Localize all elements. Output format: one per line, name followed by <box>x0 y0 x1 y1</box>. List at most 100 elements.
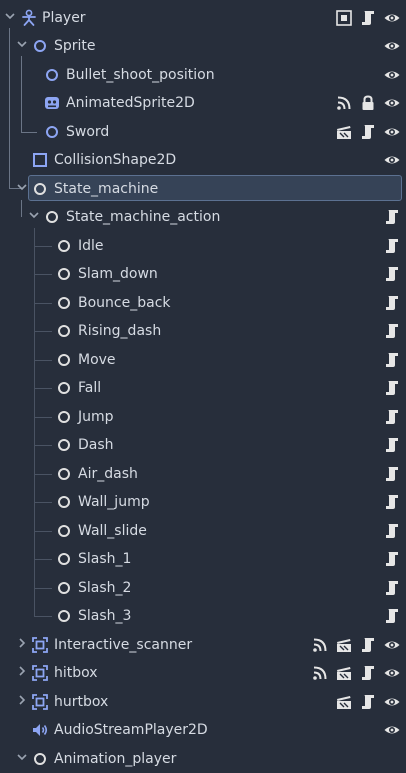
tree-row-wall-jump[interactable]: Wall_jump <box>0 488 406 516</box>
tree-guide-line <box>34 360 52 361</box>
chevron-down-icon[interactable] <box>4 10 16 22</box>
tree-row-sprite[interactable]: Sprite <box>0 32 406 60</box>
visibility-eye-icon[interactable] <box>383 94 401 112</box>
visibility-eye-icon[interactable] <box>383 721 401 739</box>
script-icon[interactable] <box>359 9 377 27</box>
tree-row-slam-down[interactable]: Slam_down <box>0 260 406 288</box>
tree-row-slash-2[interactable]: Slash_2 <box>0 574 406 602</box>
tree-row-player[interactable]: Player <box>0 4 406 32</box>
tree-guide-line <box>34 559 52 560</box>
chevron-down-icon[interactable] <box>28 209 40 221</box>
visibility-eye-icon[interactable] <box>383 693 401 711</box>
node-label: Wall_slide <box>78 523 147 539</box>
script-icon[interactable] <box>383 351 401 369</box>
visibility-eye-icon[interactable] <box>383 636 401 654</box>
chevron-right-icon[interactable] <box>16 694 28 706</box>
node-circle-icon <box>58 496 70 508</box>
visibility-eye-icon[interactable] <box>383 66 401 84</box>
chevron-right-icon[interactable] <box>16 665 28 677</box>
lock-icon[interactable] <box>359 94 377 112</box>
tree-guide-line <box>34 616 52 617</box>
script-icon[interactable] <box>383 379 401 397</box>
script-icon[interactable] <box>359 636 377 654</box>
script-icon[interactable] <box>383 294 401 312</box>
node-label: Idle <box>78 238 104 254</box>
tree-row-dash[interactable]: Dash <box>0 431 406 459</box>
visibility-eye-icon[interactable] <box>383 123 401 141</box>
signal-icon[interactable] <box>311 664 329 682</box>
visibility-eye-icon[interactable] <box>383 37 401 55</box>
node-label: Sprite <box>54 38 96 54</box>
tree-row-bullet-shoot-position[interactable]: Bullet_shoot_position <box>0 61 406 89</box>
node-label: AudioStreamPlayer2D <box>54 722 208 738</box>
tree-row-slash-1[interactable]: Slash_1 <box>0 545 406 573</box>
node-label: CollisionShape2D <box>54 152 177 168</box>
signal-icon[interactable] <box>311 636 329 654</box>
node-circle-icon <box>58 411 70 423</box>
tree-row-audiostreamplayer2d[interactable]: AudioStreamPlayer2D <box>0 716 406 744</box>
scene-instance-icon[interactable] <box>335 636 353 654</box>
scene-instance-icon[interactable] <box>335 664 353 682</box>
tree-row-sword[interactable]: Sword <box>0 118 406 146</box>
script-icon[interactable] <box>359 123 377 141</box>
tree-guide-line <box>34 274 52 275</box>
tree-row-idle[interactable]: Idle <box>0 232 406 260</box>
node-label: Move <box>78 352 116 368</box>
scene-tree: Player Sprite Bullet_shoot_position Anim… <box>0 0 406 769</box>
node-label: Wall_jump <box>78 494 150 510</box>
node-label: hitbox <box>54 665 98 681</box>
node-label: AnimatedSprite2D <box>66 95 195 111</box>
tree-row-move[interactable]: Move <box>0 346 406 374</box>
node-circle-icon <box>58 325 70 337</box>
tree-row-rising-dash[interactable]: Rising_dash <box>0 317 406 345</box>
chevron-down-icon[interactable] <box>16 751 28 763</box>
visibility-eye-icon[interactable] <box>383 9 401 27</box>
tree-row-state-machine[interactable]: State_machine <box>0 175 406 203</box>
chevron-down-icon[interactable] <box>16 38 28 50</box>
script-icon[interactable] <box>359 664 377 682</box>
group-icon[interactable] <box>335 9 353 27</box>
chevron-right-icon[interactable] <box>16 637 28 649</box>
tree-row-state-machine-action[interactable]: State_machine_action <box>0 203 406 231</box>
tree-row-animatedsprite2d[interactable]: AnimatedSprite2D <box>0 89 406 117</box>
script-icon[interactable] <box>383 550 401 568</box>
script-icon[interactable] <box>383 208 401 226</box>
script-icon[interactable] <box>383 265 401 283</box>
node-label: State_machine <box>54 181 159 197</box>
script-icon[interactable] <box>359 693 377 711</box>
tree-row-jump[interactable]: Jump <box>0 403 406 431</box>
script-icon[interactable] <box>383 436 401 454</box>
tree-row-collisionshape2d[interactable]: CollisionShape2D <box>0 146 406 174</box>
area-icon <box>32 665 48 681</box>
tree-row-wall-slide[interactable]: Wall_slide <box>0 517 406 545</box>
node-circle-icon <box>58 240 70 252</box>
signal-icon[interactable] <box>335 94 353 112</box>
script-icon[interactable] <box>383 522 401 540</box>
scene-instance-icon[interactable] <box>335 693 353 711</box>
script-icon[interactable] <box>383 237 401 255</box>
tree-row-air-dash[interactable]: Air_dash <box>0 460 406 488</box>
scene-instance-icon[interactable] <box>335 123 353 141</box>
tree-row-interactive-scanner[interactable]: Interactive_scanner <box>0 631 406 659</box>
visibility-eye-icon[interactable] <box>383 151 401 169</box>
node-circle-icon <box>46 69 58 81</box>
chevron-down-icon[interactable] <box>16 181 28 193</box>
script-icon[interactable] <box>383 322 401 340</box>
tree-row-hurtbox[interactable]: hurtbox <box>0 688 406 716</box>
node-label: State_machine_action <box>66 209 221 225</box>
node-label: Slam_down <box>78 266 158 282</box>
script-icon[interactable] <box>383 408 401 426</box>
script-icon[interactable] <box>383 607 401 625</box>
node-label: Bullet_shoot_position <box>66 67 215 83</box>
script-icon[interactable] <box>383 493 401 511</box>
visibility-eye-icon[interactable] <box>383 664 401 682</box>
script-icon[interactable] <box>383 465 401 483</box>
node-label: Slash_2 <box>78 580 132 596</box>
tree-row-bounce-back[interactable]: Bounce_back <box>0 289 406 317</box>
tree-row-fall[interactable]: Fall <box>0 374 406 402</box>
node-circle-icon <box>58 439 70 451</box>
tree-row-hitbox[interactable]: hitbox <box>0 659 406 687</box>
tree-guide-line <box>34 417 52 418</box>
script-icon[interactable] <box>383 579 401 597</box>
tree-row-slash-3[interactable]: Slash_3 <box>0 602 406 630</box>
